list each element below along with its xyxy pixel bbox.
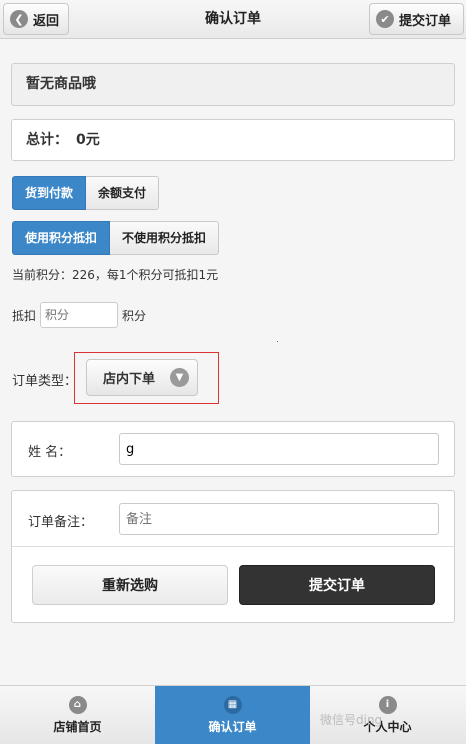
grid-icon: ▦	[223, 695, 242, 714]
tab-label: 确认订单	[208, 719, 257, 734]
header-submit-button[interactable]: ✔ 提交订单	[369, 3, 464, 35]
header-submit-label: 提交订单	[399, 13, 452, 29]
stray-dot	[277, 341, 278, 342]
divider	[12, 546, 454, 547]
points-deduct-row: 抵扣 积分	[12, 302, 146, 328]
payment-cod-button[interactable]: 货到付款	[12, 176, 87, 210]
deduct-prefix: 抵扣	[12, 308, 37, 323]
points-info: 当前积分：226，每1个积分可抵扣1元	[12, 268, 219, 282]
points-mode-selector: 使用积分抵扣 不使用积分抵扣	[12, 221, 220, 255]
check-icon: ✔	[376, 10, 394, 28]
total-label: 总计：	[26, 132, 68, 148]
points-input[interactable]	[40, 302, 119, 328]
remark-input[interactable]	[119, 503, 439, 535]
payment-method-selector: 货到付款 余额支付	[12, 176, 160, 210]
bottom-nav: ⌂ 店铺首页 ▦ 确认订单 i 个人中心	[0, 685, 466, 744]
total-amount: 0元	[76, 132, 100, 148]
cart-empty-message: 暂无商品哦	[11, 63, 455, 106]
use-points-button[interactable]: 使用积分抵扣	[12, 221, 111, 255]
payment-balance-button[interactable]: 余额支付	[86, 176, 160, 210]
order-type-value: 店内下单	[103, 372, 156, 387]
name-card: 姓 名：	[11, 421, 455, 477]
deduct-suffix: 积分	[122, 308, 147, 323]
no-points-button[interactable]: 不使用积分抵扣	[110, 221, 220, 255]
watermark: 微信号ding	[320, 713, 383, 727]
submit-order-button[interactable]: 提交订单	[239, 565, 435, 605]
chevron-down-icon: ▼	[170, 368, 189, 387]
name-label: 姓 名：	[28, 445, 72, 460]
tab-label: 店铺首页	[53, 719, 102, 734]
home-icon: ⌂	[68, 695, 87, 714]
reselect-button[interactable]: 重新选购	[32, 565, 228, 605]
order-type-label: 订单类型：	[12, 374, 78, 389]
tab-confirm-order[interactable]: ▦ 确认订单	[155, 686, 310, 744]
name-input[interactable]	[119, 433, 439, 465]
remark-card: 订单备注： 重新选购 提交订单	[11, 490, 455, 623]
order-total: 总计： 0元	[11, 119, 455, 161]
remark-label: 订单备注：	[28, 515, 94, 530]
order-type-select[interactable]: 店内下单 ▼	[86, 359, 198, 396]
header-bar: ❮ 返回 确认订单 ✔ 提交订单	[0, 0, 466, 39]
tab-store-home[interactable]: ⌂ 店铺首页	[0, 686, 155, 744]
